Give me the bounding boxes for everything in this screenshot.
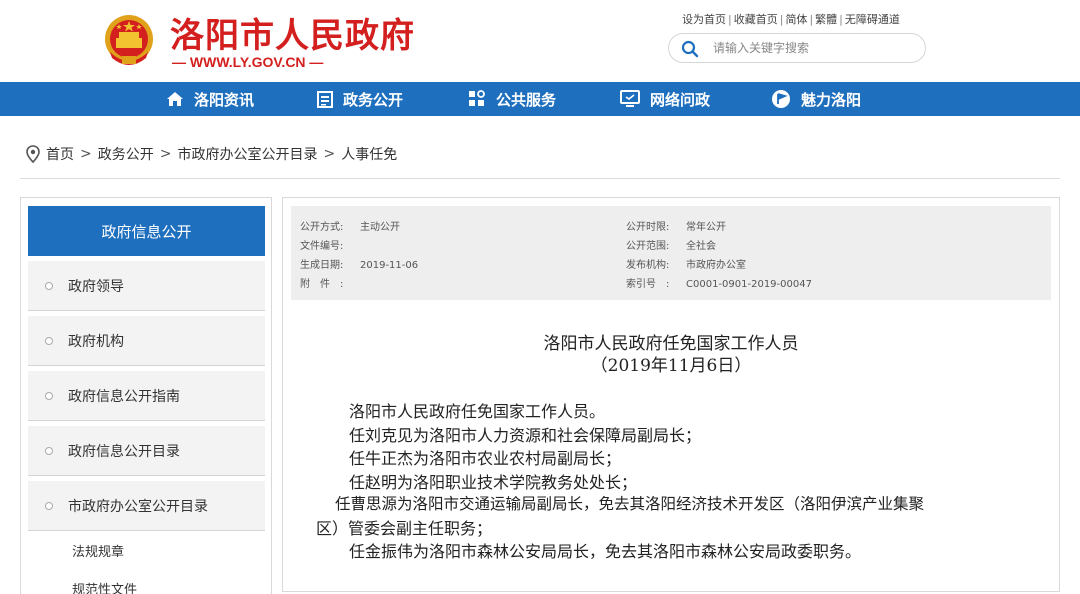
meta-attachment: 附 件 : — [300, 279, 344, 290]
main-content: 公开方式: 主动公开 文件编号: 生成日期: 2019-11-06 附 件 : 公开… — [282, 197, 1060, 592]
nav-item-online-inquiry[interactable]: 网络问政 — [620, 82, 710, 116]
bookmark-link[interactable]: 收藏首页 — [734, 13, 778, 26]
article-date: （2019年11月6日） — [590, 356, 752, 376]
sidebar-item-label: 政府领导 — [68, 278, 124, 295]
document-meta: 公开方式: 主动公开 文件编号: 生成日期: 2019-11-06 附 件 : 公开… — [291, 206, 1051, 300]
sidebar-item-label: 市政府办公室公开目录 — [68, 498, 208, 515]
article-paragraph: 洛阳市人民政府任免国家工作人员。 — [349, 402, 606, 421]
meta-doc-number: 文件编号: — [300, 241, 344, 252]
breadcrumb-separator: > — [323, 146, 336, 162]
bullet-circle-icon — [45, 281, 53, 290]
article-paragraph: 任曹思源为洛阳市交通运输局副局长，免去其洛阳经济技术开发区（洛阳伊滨产业集聚 — [335, 495, 925, 513]
article-paragraph: 任牛正杰为洛阳市农业农村局副局长； — [349, 449, 622, 468]
nav-item-charming-luoyang[interactable]: 魅力洛阳 — [771, 82, 861, 116]
search-input[interactable] — [713, 39, 913, 57]
site-title: 洛阳市人民政府 — [170, 16, 415, 56]
sidebar-item-label: 政府信息公开指南 — [68, 388, 180, 405]
breadcrumb-home[interactable]: 首页 — [46, 144, 74, 164]
document-icon — [317, 90, 333, 108]
nav-item-government-affairs[interactable]: 政务公开 — [317, 82, 403, 116]
breadcrumb-government-affairs[interactable]: 政务公开 — [98, 144, 154, 164]
sidebar-title: 政府信息公开 — [28, 206, 265, 256]
nav-label: 政务公开 — [343, 90, 404, 109]
nav-item-luoyang-news[interactable]: 洛阳资讯 — [166, 82, 254, 116]
article-paragraph: 区）管委会副主任职务； — [316, 519, 493, 538]
breadcrumb-personnel[interactable]: 人事任免 — [341, 144, 397, 164]
nav-label: 魅力洛阳 — [801, 90, 862, 109]
home-icon — [167, 92, 183, 106]
sidebar-item-label: 政府机构 — [68, 333, 124, 350]
sidebar-item-disclosure-guide[interactable]: 政府信息公开指南 — [28, 371, 265, 421]
nav-label: 网络问政 — [650, 90, 711, 109]
meta-disclosure-scope: 公开范围: 全社会 — [626, 241, 716, 252]
breadcrumb: 首页 > 政务公开 > 市政府办公室公开目录 > 人事任免 — [26, 144, 397, 164]
meta-created-date: 生成日期: 2019-11-06 — [300, 260, 419, 271]
flag-circle-icon — [772, 90, 790, 108]
article-paragraph: 任金振伟为洛阳市森林公安局局长，免去其洛阳市森林公安局政委职务。 — [349, 542, 862, 561]
sidebar-item-disclosure-catalog[interactable]: 政府信息公开目录 — [28, 426, 265, 476]
nav-label: 公共服务 — [496, 90, 557, 109]
sidebar: 政府信息公开 政府领导 政府机构 政府信息公开指南 政府信息公开目录 市政府办公… — [20, 197, 272, 594]
bullet-circle-icon — [45, 391, 53, 400]
national-emblem-logo — [102, 12, 156, 68]
sidebar-subitem-normative-documents[interactable]: 规范性文件 — [72, 579, 137, 594]
simplified-chinese-link[interactable]: 简体 — [785, 13, 807, 26]
article-paragraph: 任刘克见为洛阳市人力资源和社会保障局副局长； — [349, 426, 702, 445]
site-header: 洛阳市人民政府 — WWW.LY.GOV.CN — 设为首页 | 收藏首页 | 简体 | 繁… — [0, 0, 1080, 82]
search-box[interactable] — [668, 33, 926, 63]
bullet-circle-icon — [45, 336, 53, 345]
search-icon[interactable] — [681, 40, 699, 58]
monitor-icon — [620, 90, 640, 107]
meta-open-mode: 公开方式: 主动公开 — [300, 222, 400, 233]
traditional-chinese-link[interactable]: 繁體 — [815, 13, 837, 26]
sidebar-subitem-regulations[interactable]: 法规规章 — [72, 541, 124, 560]
bullet-circle-icon — [45, 446, 53, 455]
site-url: — WWW.LY.GOV.CN — — [172, 54, 324, 70]
top-links: 设为首页 | 收藏首页 | 简体 | 繁體 | 无障碍通道 — [682, 13, 900, 26]
nav-item-public-services[interactable]: 公共服务 — [468, 82, 556, 116]
accessibility-link[interactable]: 无障碍通道 — [845, 13, 900, 26]
sidebar-item-government-agencies[interactable]: 政府机构 — [28, 316, 265, 366]
meta-index-number: 索引号 : C0001-0901-2019-00047 — [626, 279, 812, 290]
meta-disclosure-period: 公开时限: 常年公开 — [626, 222, 726, 233]
sidebar-item-office-catalog[interactable]: 市政府办公室公开目录 — [28, 481, 265, 531]
meta-publisher: 发布机构: 市政府办公室 — [626, 260, 746, 271]
set-homepage-link[interactable]: 设为首页 — [682, 13, 726, 26]
main-nav: 洛阳资讯 政务公开 公共服务 网络问政 魅力洛阳 — [0, 82, 1080, 116]
breadcrumb-office-catalog[interactable]: 市政府办公室公开目录 — [177, 144, 317, 164]
divider — [20, 178, 1060, 179]
breadcrumb-separator: > — [159, 146, 172, 162]
service-grid-icon — [469, 90, 485, 106]
sidebar-item-label: 政府信息公开目录 — [68, 443, 180, 460]
sidebar-item-government-leaders[interactable]: 政府领导 — [28, 261, 265, 311]
nav-label: 洛阳资讯 — [194, 90, 255, 109]
bullet-circle-icon — [45, 501, 53, 510]
breadcrumb-separator: > — [80, 146, 92, 162]
location-pin-icon — [26, 145, 40, 163]
article-paragraph: 任赵明为洛阳职业技术学院教务处处长； — [349, 473, 638, 492]
